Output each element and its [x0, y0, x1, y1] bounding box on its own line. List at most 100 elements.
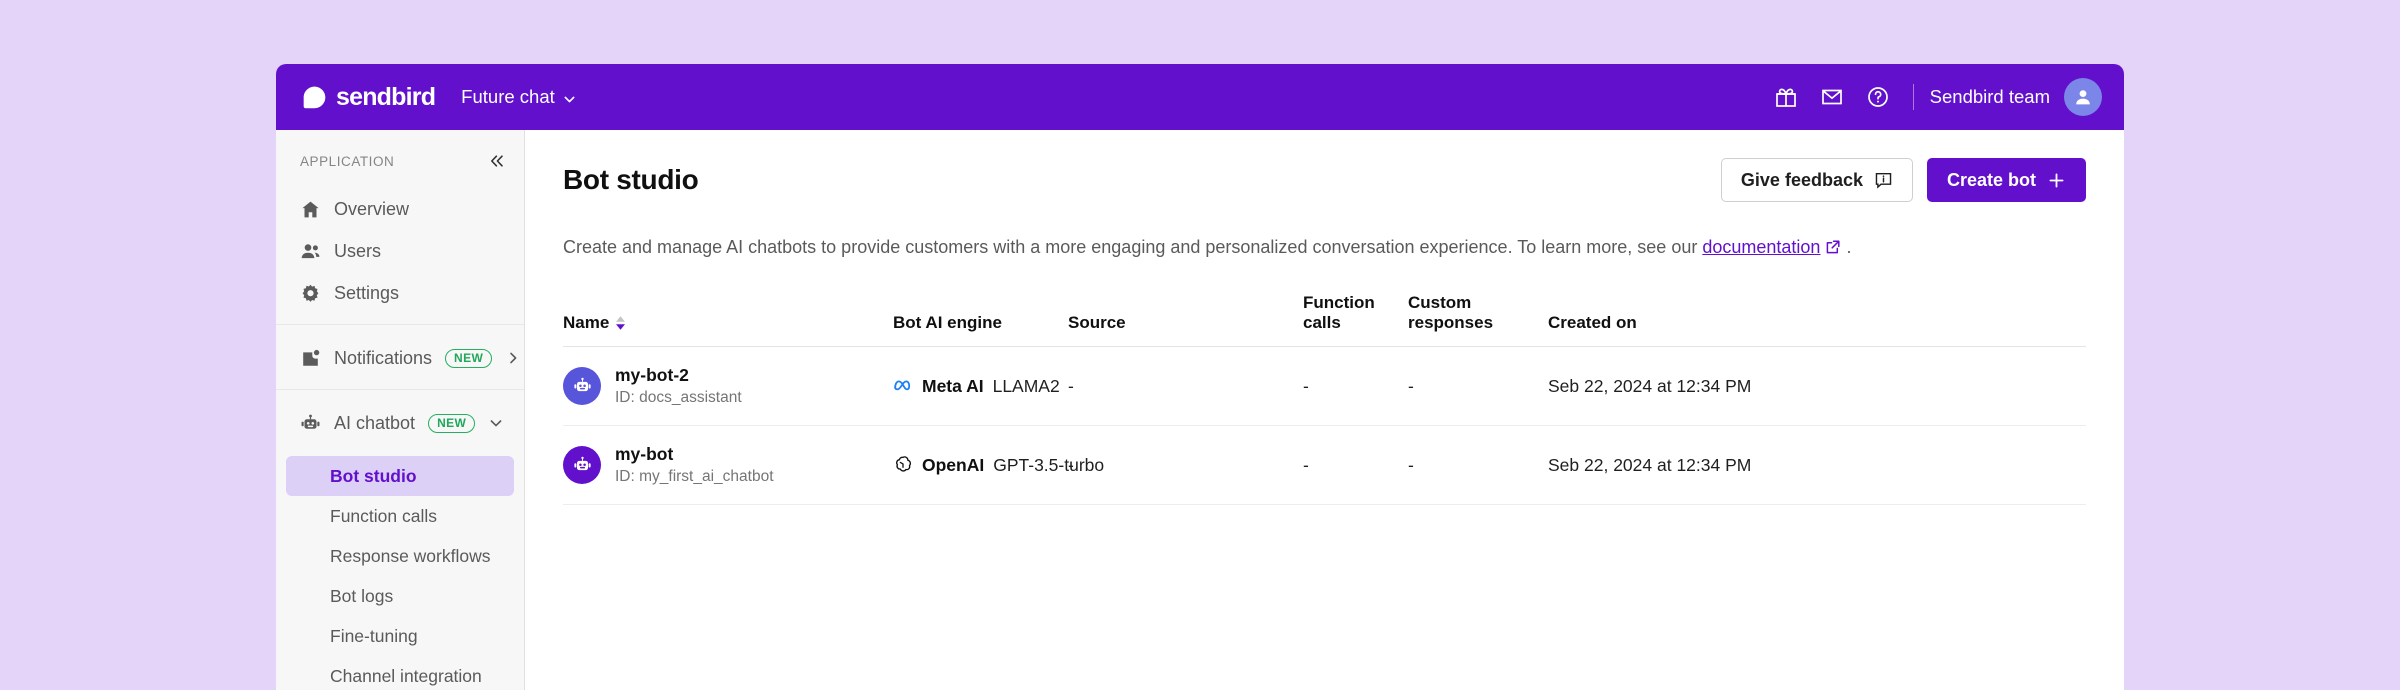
top-bar-actions: Sendbird team	[1763, 74, 2102, 120]
sidebar-item-settings[interactable]: Settings	[286, 272, 514, 314]
chevron-down-icon	[562, 90, 577, 105]
table-body: my-bot-2 ID: docs_assistant Meta AI LLAM…	[563, 346, 2086, 505]
cell-created-on: Seb 22, 2024 at 12:34 PM	[1548, 346, 2086, 426]
page-description-text: Create and manage AI chatbots to provide…	[563, 237, 1703, 257]
table-header-row: Name Bot AI engine Source Function calls…	[563, 293, 2086, 347]
cell-bot-ai-engine: Meta AI LLAMA2	[893, 346, 1068, 426]
sidebar-item-label: Users	[334, 240, 382, 261]
gift-icon[interactable]	[1763, 74, 1809, 120]
cell-name: my-bot ID: my_first_ai_chatbot	[563, 425, 893, 505]
sidebar-item-label: Overview	[334, 198, 410, 219]
notification-icon	[300, 348, 321, 369]
table-head: Name Bot AI engine Source Function calls…	[563, 293, 2086, 347]
chevron-down-icon	[488, 415, 504, 431]
top-bar: sendbird Future chat Sendbird team	[276, 64, 2124, 130]
sidebar-header: APPLICATION	[276, 146, 524, 184]
column-header-name[interactable]: Name	[563, 293, 893, 347]
sidebar-item-label: AI chatbot	[334, 412, 416, 433]
bot-id: ID: docs_assistant	[615, 389, 742, 406]
bot-name: my-bot	[615, 444, 674, 464]
column-header-label: Bot AI engine	[893, 313, 1002, 332]
column-header-created-on: Created on	[1548, 293, 2086, 347]
engine-model: GPT-3.5-turbo	[993, 454, 1105, 475]
documentation-link[interactable]: documentation	[1702, 237, 1820, 257]
sidebar-caption: APPLICATION	[300, 153, 395, 169]
sort-arrows-icon[interactable]	[616, 316, 626, 330]
cell-function-calls: -	[1303, 346, 1408, 426]
cell-bot-ai-engine: OpenAI GPT-3.5-turbo	[893, 425, 1104, 505]
body-row: APPLICATION Overview Users Settings Noti…	[276, 130, 2124, 690]
give-feedback-label: Give feedback	[1740, 169, 1863, 190]
create-bot-button[interactable]: Create bot	[1926, 158, 2086, 202]
column-header-label: Name	[563, 313, 610, 332]
sidebar-item-bot-logs[interactable]: Bot logs	[286, 576, 514, 616]
cell-source: -	[1068, 346, 1303, 426]
sidebar-item-function-calls[interactable]: Function calls	[286, 496, 514, 536]
bot-table: Name Bot AI engine Source Function calls…	[563, 293, 2086, 505]
sidebar-item-label: Settings	[334, 282, 400, 303]
sidebar-item-notifications[interactable]: Notifications NEW	[286, 337, 517, 379]
bot-name: my-bot-2	[615, 365, 689, 385]
sidebar-item-users[interactable]: Users	[286, 230, 514, 272]
brand-wordmark: sendbird	[336, 82, 436, 111]
create-bot-label: Create bot	[1946, 169, 2036, 190]
page-description-suffix: .	[1841, 237, 1852, 257]
engine-vendor: Meta AI	[922, 375, 984, 396]
status-badge: NEW	[445, 348, 493, 368]
sidebar-subitem-label: Bot logs	[330, 585, 394, 606]
sendbird-logo-icon	[302, 85, 327, 110]
page-title: Bot studio	[563, 164, 699, 195]
sidebar-subitem-label: Bot studio	[330, 465, 417, 486]
sidebar-subitem-label: Function calls	[330, 505, 437, 526]
users-icon	[300, 241, 321, 262]
sidebar: APPLICATION Overview Users Settings Noti…	[276, 130, 525, 690]
cell-name: my-bot-2 ID: docs_assistant	[563, 346, 893, 426]
brand-logo[interactable]: sendbird	[302, 82, 436, 112]
user-avatar-icon[interactable]	[2064, 78, 2102, 116]
table-row[interactable]: my-bot ID: my_first_ai_chatbot OpenAI GP…	[563, 425, 2086, 505]
external-link-icon[interactable]	[1825, 239, 1841, 255]
chevron-right-icon	[505, 350, 521, 366]
robot-avatar-icon	[563, 446, 601, 484]
sidebar-subitem-label: Channel integration	[330, 665, 482, 686]
chevron-double-left-icon[interactable]	[488, 152, 506, 170]
sidebar-item-fine-tuning[interactable]: Fine-tuning	[286, 616, 514, 656]
sidebar-item-bot-studio[interactable]: Bot studio	[286, 456, 514, 496]
column-header-function-calls: Function calls	[1303, 293, 1408, 347]
column-header-source: Source	[1068, 293, 1303, 347]
cell-custom-responses: -	[1408, 425, 1548, 505]
robot-icon	[300, 413, 321, 434]
engine-vendor: OpenAI	[922, 454, 985, 475]
page-description: Create and manage AI chatbots to provide…	[563, 234, 2086, 261]
cell-function-calls: -	[1303, 425, 1408, 505]
robot-avatar-icon	[563, 367, 601, 405]
meta-ai-icon	[893, 376, 913, 396]
sidebar-item-channel-integration[interactable]: Channel integration	[286, 656, 514, 690]
app-switcher[interactable]: Future chat	[461, 86, 577, 108]
app-switcher-label: Future chat	[461, 86, 555, 107]
bot-id: ID: my_first_ai_chatbot	[615, 468, 774, 485]
give-feedback-button[interactable]: Give feedback	[1720, 158, 1913, 202]
sidebar-item-ai-chatbot[interactable]: AI chatbot NEW	[286, 402, 514, 444]
app-window: sendbird Future chat Sendbird team APPLI…	[276, 64, 2124, 690]
mail-icon[interactable]	[1809, 74, 1855, 120]
cell-custom-responses: -	[1408, 346, 1548, 426]
sidebar-subitems: Bot studio Function calls Response workf…	[276, 454, 524, 690]
column-header-label: Custom responses	[1408, 293, 1494, 332]
sidebar-item-response-workflows[interactable]: Response workflows	[286, 536, 514, 576]
engine-model: LLAMA2	[992, 375, 1060, 396]
team-name: Sendbird team	[1929, 86, 2050, 107]
sidebar-subitem-label: Fine-tuning	[330, 625, 418, 646]
openai-icon	[893, 455, 913, 475]
help-circle-icon[interactable]	[1855, 74, 1901, 120]
sidebar-item-overview[interactable]: Overview	[286, 188, 514, 230]
sidebar-group-application: Overview Users Settings	[276, 184, 524, 324]
column-header-label: Created on	[1548, 313, 1637, 332]
column-header-label: Source	[1068, 313, 1126, 332]
sidebar-group-notifications: Notifications NEW	[276, 324, 524, 389]
main-content: Bot studio Give feedback Create bot Crea…	[525, 130, 2124, 690]
column-header-custom-responses: Custom responses	[1408, 293, 1548, 347]
table-row[interactable]: my-bot-2 ID: docs_assistant Meta AI LLAM…	[563, 346, 2086, 426]
feedback-info-icon	[1874, 171, 1893, 190]
home-icon	[300, 199, 321, 220]
